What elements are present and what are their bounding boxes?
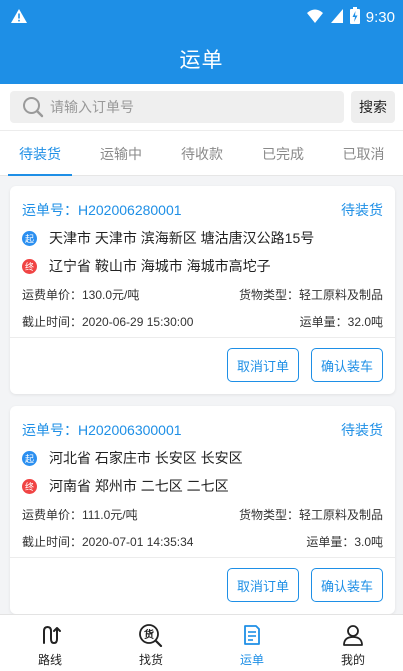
tab-completed[interactable]: 已完成	[243, 131, 323, 176]
profile-icon	[343, 625, 363, 646]
divider	[10, 557, 395, 558]
end-address: 辽宁省 鞍山市 海城市 海城市高坨子	[49, 258, 271, 274]
nav-item-profile[interactable]: 我的	[303, 615, 403, 671]
unit-price: 运费单价：111.0元/吨	[22, 508, 138, 522]
tab-in-transit[interactable]: 运输中	[81, 131, 161, 176]
search-box	[10, 91, 344, 123]
search-bar: 搜索	[0, 84, 403, 130]
nav-bar: 运单	[0, 34, 403, 84]
confirm-loading-button[interactable]: 确认装车	[311, 568, 383, 602]
order-number: 运单号：H202006300001	[22, 422, 182, 438]
deadline: 截止时间：2020-06-29 15:30:00	[22, 315, 194, 329]
order-card: 运单号：H202006300001 待装货 起 河北省 石家庄市 长安区 长安区…	[10, 406, 395, 614]
warning-icon	[10, 8, 28, 29]
cancel-order-button[interactable]: 取消订单	[227, 348, 299, 382]
divider	[10, 337, 395, 338]
search-icon	[23, 97, 44, 118]
order-number: 运单号：H202006280001	[22, 202, 182, 218]
tab-pending-payment[interactable]: 待收款	[162, 131, 242, 176]
order-card: 运单号：H202006280001 待装货 起 天津市 天津市 滨海新区 塘沽唐…	[10, 186, 395, 394]
end-marker-icon: 终	[22, 478, 37, 494]
cargo-type: 货物类型：轻工原料及制品	[238, 508, 383, 522]
end-address: 河南省 郑州市 二七区 二七区	[49, 478, 229, 494]
start-address: 天津市 天津市 滨海新区 塘沽唐汉公路15号	[49, 230, 315, 246]
unit-price: 运费单价：130.0元/吨	[22, 288, 140, 302]
start-marker-icon: 起	[22, 230, 37, 246]
nav-item-find-cargo[interactable]: 货 找货	[101, 615, 201, 671]
signal-icon	[330, 8, 344, 28]
start-address: 河北省 石家庄市 长安区 长安区	[49, 450, 243, 466]
tab-cancelled[interactable]: 已取消	[324, 131, 403, 176]
nav-label-waybill: 运单	[239, 653, 264, 667]
battery-icon	[349, 7, 360, 28]
end-address-row: 终 辽宁省 鞍山市 海城市 海城市高坨子	[22, 256, 271, 276]
waybill-icon	[244, 625, 260, 645]
deadline: 截止时间：2020-07-01 14:35:34	[22, 535, 194, 549]
cancel-order-button[interactable]: 取消订单	[227, 568, 299, 602]
quantity: 运单量：32.0吨	[299, 315, 383, 329]
quantity: 运单量：3.0吨	[306, 535, 383, 549]
search-input[interactable]	[50, 91, 330, 123]
page-title: 运单	[179, 49, 224, 72]
start-marker-icon: 起	[22, 450, 37, 466]
status-tabs: 待装货 运输中 待收款 已完成 已取消	[0, 130, 403, 176]
nav-item-waybill[interactable]: 运单	[202, 615, 302, 671]
nav-label-find-cargo: 找货	[138, 653, 163, 667]
end-marker-icon: 终	[22, 258, 37, 274]
end-address-row: 终 河南省 郑州市 二七区 二七区	[22, 476, 229, 496]
find-cargo-icon-glyph: 货	[144, 628, 154, 641]
route-icon	[43, 625, 61, 645]
bottom-nav: 路线 货 找货 运单 我的	[0, 614, 403, 671]
nav-label-profile: 我的	[340, 653, 365, 667]
tab-pending-loading[interactable]: 待装货	[0, 131, 80, 176]
wifi-icon	[306, 8, 324, 28]
order-status: 待装货	[341, 422, 383, 438]
confirm-loading-button[interactable]: 确认装车	[311, 348, 383, 382]
status-bar: 9:30	[0, 0, 403, 34]
search-button[interactable]: 搜索	[351, 91, 395, 123]
order-list: 运单号：H202006280001 待装货 起 天津市 天津市 滨海新区 塘沽唐…	[0, 176, 403, 614]
start-address-row: 起 河北省 石家庄市 长安区 长安区	[22, 448, 243, 468]
cargo-type: 货物类型：轻工原料及制品	[238, 288, 383, 302]
order-status: 待装货	[341, 202, 383, 218]
start-address-row: 起 天津市 天津市 滨海新区 塘沽唐汉公路15号	[22, 228, 314, 248]
nav-label-route: 路线	[37, 653, 62, 667]
nav-item-route[interactable]: 路线	[0, 615, 100, 671]
find-cargo-icon: 货	[139, 624, 163, 647]
clock-time: 9:30	[365, 9, 395, 26]
